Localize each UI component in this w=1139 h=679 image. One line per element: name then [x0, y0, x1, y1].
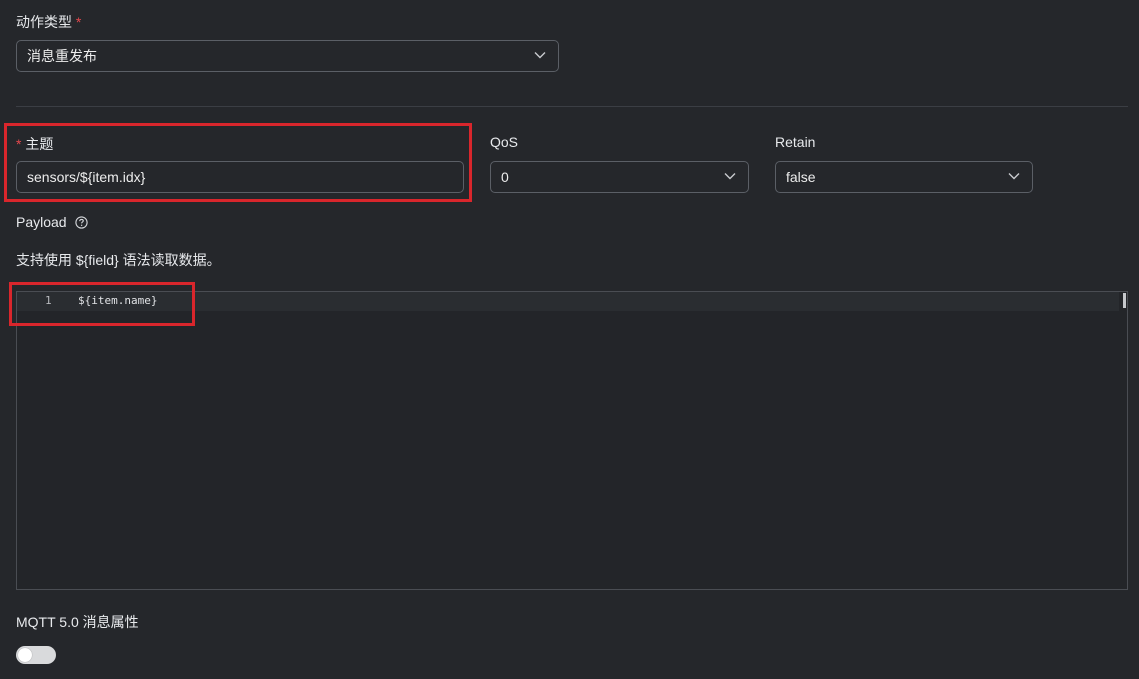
payload-description: 支持使用 ${field} 语法读取数据。	[16, 252, 221, 268]
retain-select[interactable]: false	[775, 161, 1033, 193]
retain-label: Retain	[775, 134, 816, 150]
mqtt5-properties-label: MQTT 5.0 消息属性	[16, 614, 139, 630]
action-type-select[interactable]: 消息重发布	[16, 40, 559, 72]
editor-line-number: 1	[45, 294, 52, 307]
qos-value: 0	[501, 169, 509, 185]
topic-value: sensors/${item.idx}	[27, 169, 146, 185]
payload-editor[interactable]: 1 ${item.name}	[16, 291, 1128, 590]
chevron-down-icon	[724, 173, 736, 180]
topic-label-text: 主题	[25, 136, 54, 152]
required-mark: *	[16, 136, 22, 152]
topic-input[interactable]: sensors/${item.idx}	[16, 161, 464, 193]
action-type-value: 消息重发布	[27, 48, 97, 64]
action-type-label-text: 动作类型	[16, 14, 72, 30]
qos-label: QoS	[490, 134, 519, 150]
qos-select[interactable]: 0	[490, 161, 749, 193]
editor-scrollbar[interactable]	[1123, 293, 1126, 308]
chevron-down-icon	[534, 52, 546, 59]
required-mark: *	[75, 14, 82, 30]
mqtt5-properties-toggle[interactable]	[16, 646, 56, 664]
action-type-label: 动作类型 *	[16, 12, 81, 32]
retain-value: false	[786, 169, 816, 185]
toggle-knob	[18, 648, 32, 662]
editor-code-line[interactable]: ${item.name}	[78, 294, 157, 307]
topic-label: * 主题	[16, 134, 53, 154]
payload-label: Payload	[16, 214, 67, 230]
rule-action-form: 动作类型 * 消息重发布 * 主题 sensors/${item.idx} Qo…	[0, 0, 1139, 679]
question-circle-icon[interactable]	[75, 216, 88, 229]
chevron-down-icon	[1008, 173, 1020, 180]
editor-active-line	[17, 292, 1119, 311]
section-divider	[16, 106, 1128, 107]
